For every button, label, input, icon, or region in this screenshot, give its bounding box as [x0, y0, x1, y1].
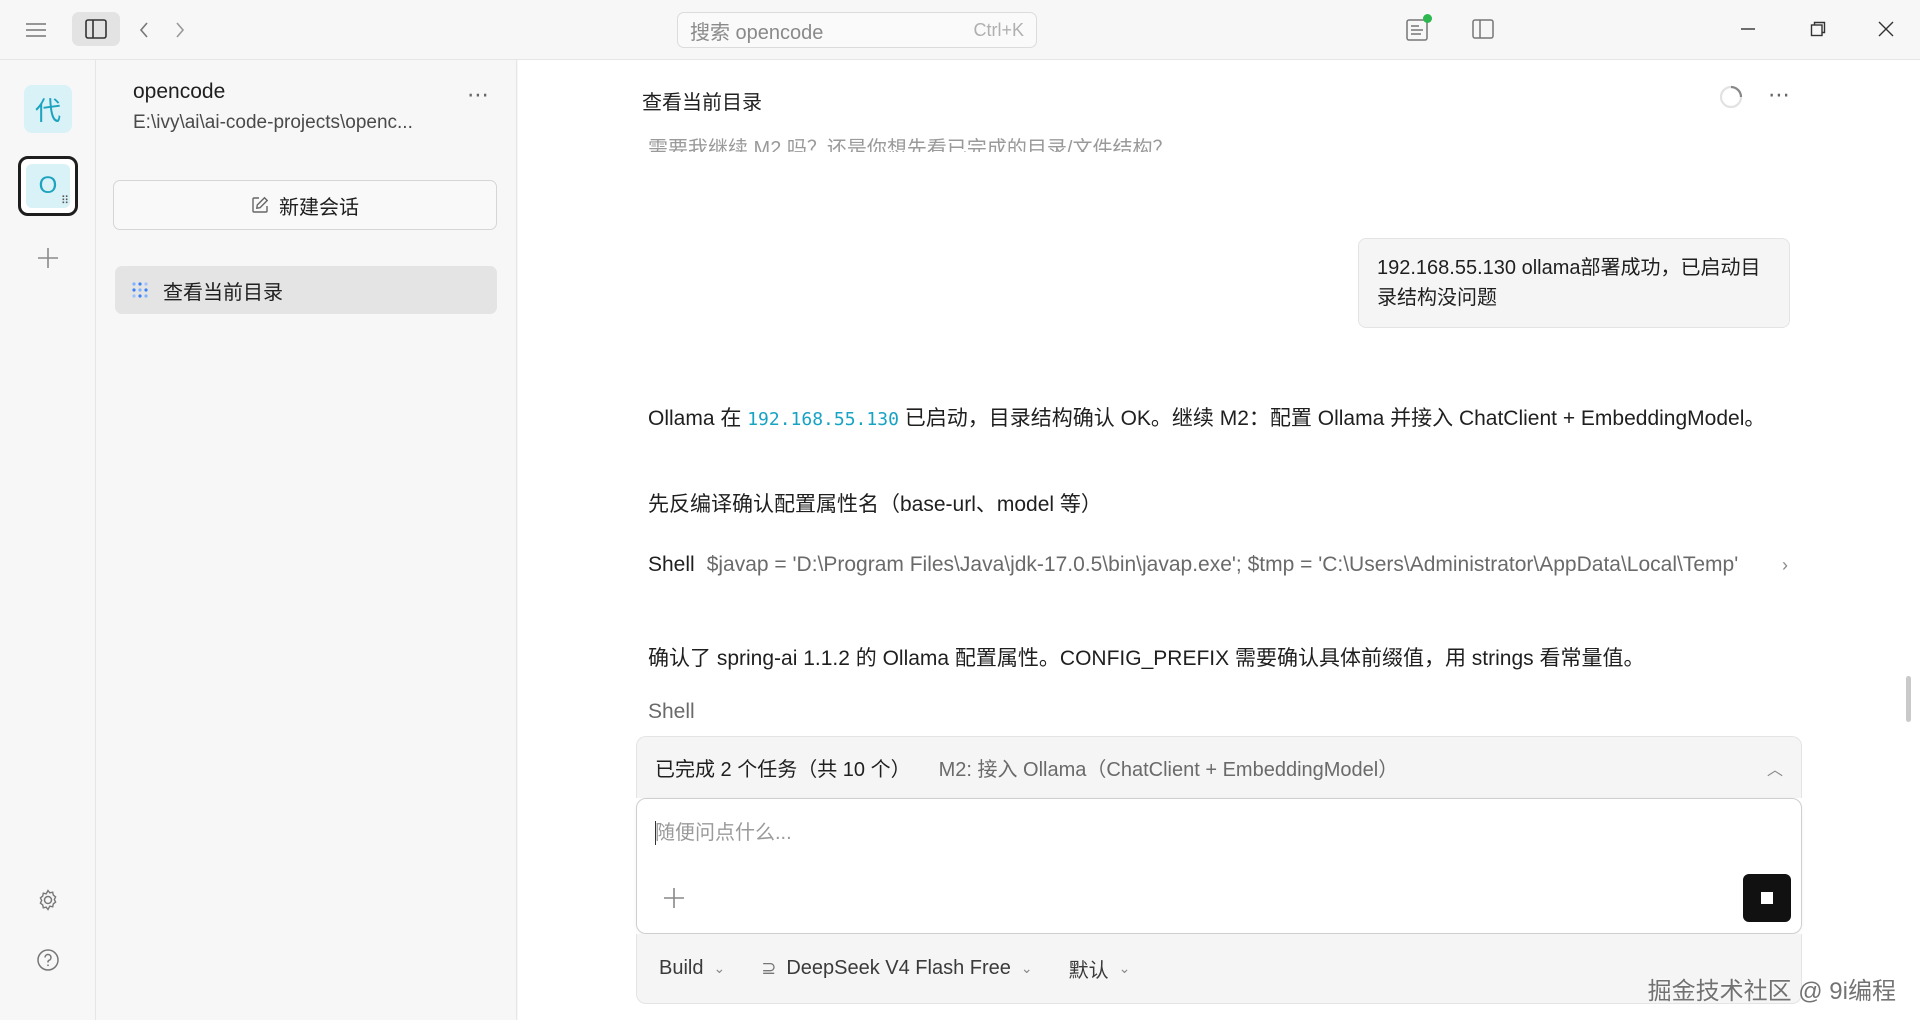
session-item[interactable]: 查看当前目录 — [115, 266, 497, 314]
edit-icon — [252, 196, 269, 213]
back-icon[interactable] — [132, 15, 156, 45]
shell-tool-call[interactable]: Shell — [648, 700, 695, 724]
search-bar[interactable]: 搜索 opencode Ctrl+K — [677, 12, 1037, 48]
close-icon[interactable] — [1868, 12, 1904, 46]
tasks-done-text: 已完成 2 个任务（共 10 个） — [655, 759, 911, 781]
model-select[interactable]: ⊇ DeepSeek V4 Flash Free ⌄ — [761, 957, 1032, 980]
chevron-right-icon: › — [1782, 554, 1788, 575]
settings-gear-icon[interactable] — [30, 882, 66, 918]
composer-toolbar: Build ⌄ ⊇ DeepSeek V4 Flash Free ⌄ 默认 ⌄ — [636, 934, 1802, 1004]
review-button[interactable] — [1400, 12, 1434, 46]
status-dot — [1423, 14, 1432, 23]
project-more-icon[interactable]: ⋯ — [467, 82, 490, 108]
assistant-paragraph: 确认了 spring-ai 1.1.2 的 Ollama 配置属性。CONFIG… — [648, 647, 1645, 670]
current-task-text: M2: 接入 Ollama（ChatClient + EmbeddingMode… — [938, 759, 1399, 781]
new-session-button[interactable]: 新建会话 — [113, 180, 497, 230]
task-progress-bar[interactable]: 已完成 2 个任务（共 10 个） M2: 接入 Ollama（ChatClie… — [636, 736, 1802, 798]
text-caret — [655, 821, 656, 845]
chevron-down-icon: ⌄ — [1020, 960, 1033, 976]
scrollbar-thumb[interactable] — [1906, 676, 1911, 722]
search-placeholder: 搜索 opencode — [690, 21, 824, 44]
restore-icon[interactable] — [1800, 12, 1836, 46]
chevron-down-icon: ⌄ — [1118, 960, 1131, 976]
grid-badge-icon: ⠿ — [60, 195, 69, 207]
prompt-input[interactable] — [655, 813, 1655, 853]
previous-message-faded: 需要我继续 M2 吗？还是你想先看已完成的目录/文件结构？ — [648, 138, 1173, 152]
session-more-icon[interactable]: ⋯ — [1768, 82, 1791, 108]
add-project-icon[interactable] — [30, 240, 66, 276]
menu-icon[interactable] — [20, 15, 52, 45]
reply-text: Ollama 在 — [648, 407, 748, 430]
project-avatar-opencode[interactable]: O ⠿ — [18, 156, 78, 216]
session-header-title: 查看当前目录 — [642, 92, 762, 114]
chat-panel: 查看当前目录 ⋯ 需要我继续 M2 吗？还是你想先看已完成的目录/文件结构？ 1… — [518, 60, 1920, 1020]
agent-select[interactable]: Build ⌄ — [659, 957, 725, 980]
toggle-right-panel-button[interactable] — [1466, 12, 1500, 46]
toggle-sidebar-button[interactable] — [72, 12, 120, 46]
message-composer — [636, 798, 1802, 934]
shell-tool-call[interactable]: Shell $javap = 'D:\Program Files\Java\jd… — [648, 548, 1788, 582]
project-avatar-label: 代 — [34, 95, 61, 126]
session-sidebar: opencode E:\ivy\ai\ai-code-projects\open… — [97, 60, 517, 1020]
watermark: 掘金技术社区 @ 9i编程 — [1647, 978, 1896, 1005]
new-session-label: 新建会话 — [279, 196, 359, 219]
shell-command: $javap = 'D:\Program Files\Java\jdk-17.0… — [706, 553, 1739, 576]
session-title: 查看当前目录 — [163, 281, 283, 304]
project-rail: 代 O ⠿ — [0, 60, 96, 1020]
project-avatar-dai[interactable]: 代 — [24, 85, 72, 133]
assistant-paragraph: 先反编译确认配置属性名（base-url、model 等） — [648, 493, 1102, 516]
project-name: opencode — [133, 80, 226, 103]
project-avatar-inner: O ⠿ — [26, 164, 70, 208]
title-bar: 搜索 opencode Ctrl+K — [0, 0, 1920, 60]
inline-code: 192.168.55.130 — [747, 409, 899, 430]
chevron-down-icon: ⌄ — [713, 960, 726, 976]
user-message: 192.168.55.130 ollama部署成功，已启动目录结构没问题 — [1358, 238, 1790, 328]
project-avatar-label: O — [38, 172, 58, 199]
model-provider-icon: ⊇ — [761, 958, 777, 978]
stop-icon — [1761, 892, 1773, 904]
help-icon[interactable] — [30, 942, 66, 978]
project-path: E:\ivy\ai\ai-code-projects\openc... — [133, 112, 413, 133]
stop-button[interactable] — [1743, 874, 1791, 922]
forward-icon[interactable] — [168, 15, 192, 45]
shell-label: Shell — [648, 553, 695, 576]
assistant-paragraph: Ollama 在 192.168.55.130 已启动，目录结构确认 OK。继续… — [648, 402, 1788, 437]
attach-plus-icon[interactable] — [659, 883, 689, 913]
loading-dots-icon — [132, 282, 148, 298]
variant-select[interactable]: 默认 ⌄ — [1069, 954, 1131, 983]
model-label: DeepSeek V4 Flash Free — [786, 957, 1011, 979]
search-shortcut: Ctrl+K — [973, 19, 1024, 40]
variant-label: 默认 — [1068, 960, 1109, 982]
chevron-up-icon[interactable]: ︿ — [1767, 756, 1783, 780]
spinner-icon — [1718, 84, 1744, 110]
reply-text: 已启动，目录结构确认 OK。继续 M2：配置 Ollama 并接入 ChatCl… — [898, 407, 1766, 430]
agent-label: Build — [659, 957, 704, 979]
minimize-icon[interactable] — [1730, 12, 1766, 46]
